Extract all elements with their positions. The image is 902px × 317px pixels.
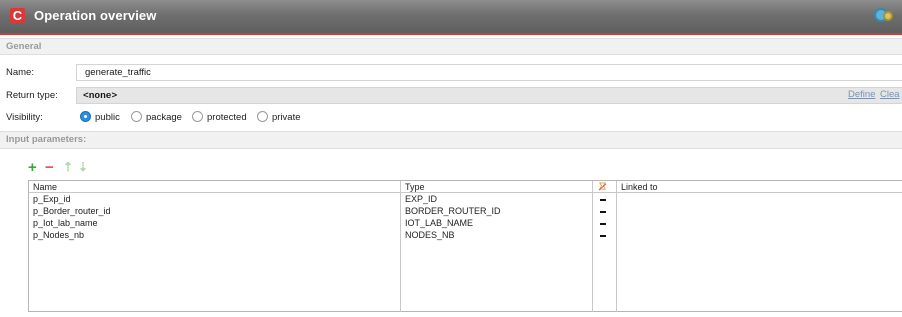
add-parameter-button[interactable]: + — [28, 160, 37, 175]
return-type-field: <none> — [76, 87, 902, 104]
row-name-cell: p_Nodes_nb — [33, 230, 85, 240]
visibility-protected-radio[interactable] — [192, 111, 203, 122]
row-flag-dash — [600, 199, 606, 201]
visibility-public-radio[interactable] — [80, 111, 91, 122]
row-type-cell: NODES_NB — [405, 230, 455, 240]
remove-parameter-button[interactable]: − — [45, 160, 54, 175]
move-up-button[interactable]: ⇡ — [63, 161, 73, 174]
title-bar-actions[interactable] — [874, 8, 902, 26]
table-row[interactable]: p_Border_router_id BORDER_ROUTER_ID — [29, 206, 902, 218]
visibility-private-radio[interactable] — [257, 111, 268, 122]
row-type-cell: BORDER_ROUTER_ID — [405, 206, 501, 216]
visibility-package-label[interactable]: package — [146, 112, 182, 123]
visibility-private-label[interactable]: private — [272, 112, 301, 123]
parameters-table[interactable]: Name Type Linked to p_Exp_id EXP_ID p_Bo… — [28, 180, 902, 312]
row-name-cell: p_Iot_lab_name — [33, 218, 98, 228]
row-type-cell: EXP_ID — [405, 194, 438, 204]
table-row[interactable]: p_Exp_id EXP_ID — [29, 194, 902, 206]
table-row[interactable]: p_Iot_lab_name IOT_LAB_NAME — [29, 218, 902, 230]
visibility-package-radio[interactable] — [131, 111, 142, 122]
table-header: Name Type Linked to — [29, 181, 902, 193]
name-label: Name: — [6, 67, 34, 78]
row-type-cell: IOT_LAB_NAME — [405, 218, 474, 228]
return-type-label: Return type: — [6, 90, 58, 101]
section-input-parameters-header[interactable]: Input parameters: — [0, 131, 902, 149]
section-general-label: General — [6, 41, 42, 52]
define-link[interactable]: Define — [848, 89, 875, 100]
name-input[interactable]: generate_traffic — [76, 64, 902, 81]
visibility-public-label[interactable]: public — [95, 112, 120, 123]
column-header-type[interactable]: Type — [405, 181, 425, 193]
move-down-button[interactable]: ⇣ — [78, 161, 88, 174]
column-header-name[interactable]: Name — [33, 181, 57, 193]
row-flag-dash — [600, 235, 606, 237]
secondary-gear-icon[interactable] — [883, 11, 893, 21]
visibility-protected-label[interactable]: protected — [207, 112, 247, 123]
name-input-value: generate_traffic — [85, 67, 151, 78]
app-logo-icon: C — [10, 8, 25, 23]
link-indicator-icon — [598, 182, 607, 191]
row-name-cell: p_Border_router_id — [33, 206, 111, 216]
table-row[interactable]: p_Nodes_nb NODES_NB — [29, 230, 902, 242]
row-name-cell: p_Exp_id — [33, 194, 71, 204]
section-general-header[interactable]: General — [0, 38, 902, 55]
column-header-linked-to[interactable]: Linked to — [621, 181, 658, 193]
row-flag-dash — [600, 211, 606, 213]
clear-link[interactable]: Clea — [880, 89, 900, 100]
row-flag-dash — [600, 223, 606, 225]
title-bar: C Operation overview — [0, 0, 902, 35]
return-type-value: <none> — [83, 90, 118, 101]
section-input-parameters-label: Input parameters: — [6, 134, 87, 145]
visibility-label: Visibility: — [6, 112, 43, 123]
page-title: Operation overview — [34, 8, 157, 23]
